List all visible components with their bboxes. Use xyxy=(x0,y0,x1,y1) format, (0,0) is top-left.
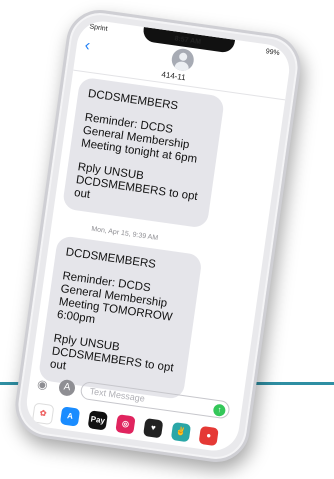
camera-icon[interactable]: ◉ xyxy=(36,377,48,392)
avatar-body-shape xyxy=(173,60,190,73)
message-line: Reminder: DCDS General Membership Meetin… xyxy=(80,111,198,166)
music-app-icon[interactable]: ● xyxy=(198,425,219,447)
phone-frame: Sprint 8:57 AM 99% ‹ 414-11 DCDSMEMBERS … xyxy=(11,5,305,467)
message-input-placeholder: Text Message xyxy=(89,386,146,404)
carrier-label: Sprint xyxy=(88,23,109,33)
apps-icon[interactable]: A xyxy=(57,378,77,397)
message-line: Reminder: DCDS General Membership Meetin… xyxy=(56,270,174,326)
message-timestamp: Mon, Apr 15, 9:39 AM xyxy=(90,225,159,242)
avatar-head-shape xyxy=(178,52,188,62)
contact-name[interactable]: 414-11 xyxy=(161,70,186,82)
message-bubble[interactable]: DCDSMEMBERS Reminder: DCDS General Membe… xyxy=(61,76,226,229)
heart-app-icon[interactable]: ♥ xyxy=(143,418,164,439)
app-store-icon[interactable]: A xyxy=(59,406,81,427)
send-arrow-icon[interactable]: ↑ xyxy=(212,403,227,418)
digital-touch-icon[interactable]: ✌ xyxy=(170,421,192,443)
message-line: Rply UNSUB DCDSMEMBERS to opt out xyxy=(73,161,199,204)
battery-label: 99% xyxy=(265,48,281,58)
photos-app-icon[interactable]: ✿ xyxy=(31,402,55,426)
phone-mockup: Sprint 8:57 AM 99% ‹ 414-11 DCDSMEMBERS … xyxy=(11,5,305,467)
message-bubble[interactable]: DCDSMEMBERS Reminder: DCDS General Membe… xyxy=(37,235,203,400)
apple-pay-icon[interactable]: Pay xyxy=(87,410,108,431)
search-gif-icon[interactable]: ◎ xyxy=(115,414,136,435)
back-arrow-icon[interactable]: ‹ xyxy=(83,37,92,56)
avatar[interactable] xyxy=(170,47,196,73)
phone-screen: Sprint 8:57 AM 99% ‹ 414-11 DCDSMEMBERS … xyxy=(23,18,293,454)
